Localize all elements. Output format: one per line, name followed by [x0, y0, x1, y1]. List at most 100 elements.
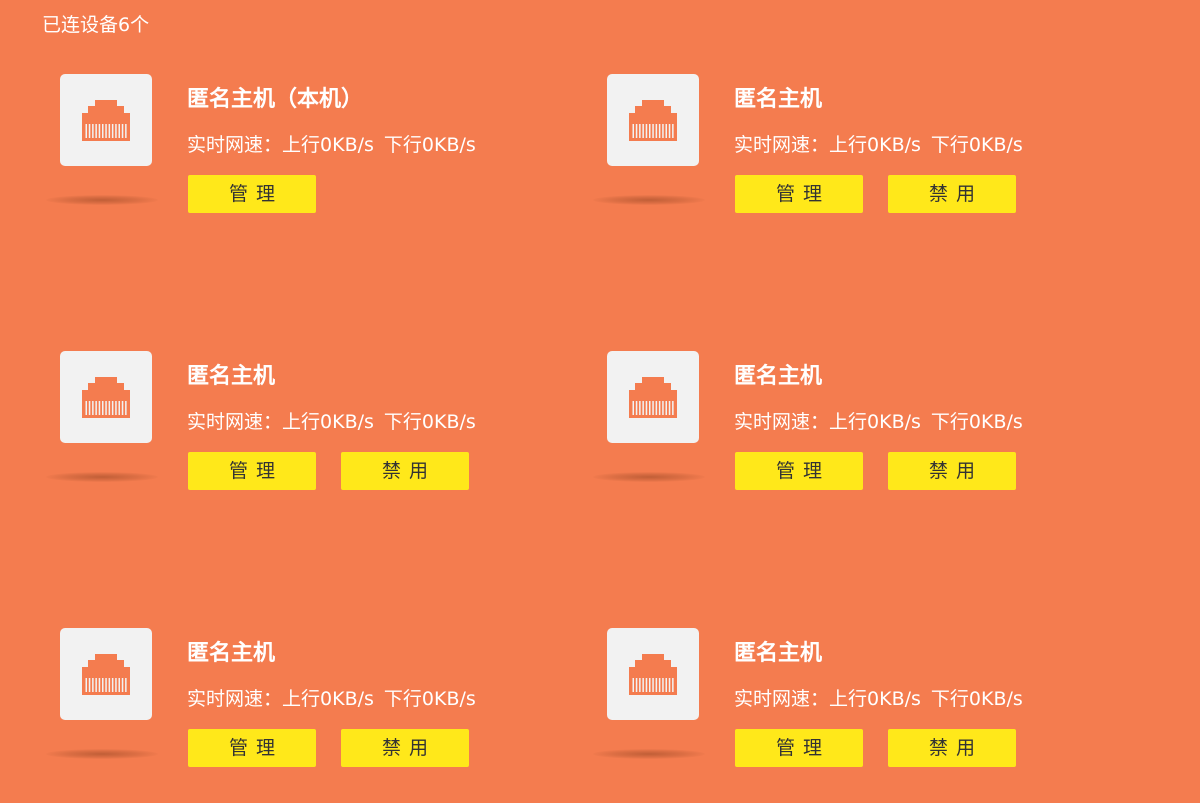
device-speed: 实时网速：上行0KB/s 下行0KB/s: [187, 130, 476, 157]
upload-speed: 上行0KB/s: [829, 688, 921, 710]
device-icon-box: [607, 74, 699, 166]
ethernet-port-icon: [82, 100, 130, 141]
device-icon-box: [60, 74, 152, 166]
port-pin: [108, 678, 111, 692]
disable-button[interactable]: 禁用: [888, 729, 1016, 767]
port-pin: [115, 678, 117, 692]
port-pin: [118, 401, 120, 415]
port-pin: [108, 124, 111, 138]
speed-label: 实时网速：: [187, 688, 283, 710]
manage-button[interactable]: 管理: [188, 175, 316, 213]
port-pin: [92, 678, 94, 692]
device-speed: 实时网速：上行0KB/s 下行0KB/s: [734, 407, 1023, 434]
download-speed: 下行0KB/s: [383, 411, 476, 433]
port-pin: [125, 401, 127, 415]
port-pin: [88, 124, 91, 138]
port-pin: [639, 401, 641, 415]
port-pin: [668, 678, 671, 692]
device-name: 匿名主机（本机）: [187, 87, 364, 112]
port-pin: [649, 678, 651, 692]
port-pin: [652, 401, 654, 415]
device-card: 匿名主机 实时网速：上行0KB/s 下行0KB/s 管理 禁用: [547, 277, 1087, 490]
port-pin: [668, 124, 671, 138]
download-speed: 下行0KB/s: [930, 134, 1023, 156]
device-speed: 实时网速：上行0KB/s 下行0KB/s: [187, 684, 476, 711]
ethernet-port-icon: [629, 654, 677, 695]
ethernet-port-icon: [82, 654, 130, 695]
device-speed: 实时网速：上行0KB/s 下行0KB/s: [734, 684, 1023, 711]
disable-button[interactable]: 禁用: [341, 452, 469, 490]
port-pin: [635, 678, 638, 692]
device-icon-box: [607, 351, 699, 443]
port-pin: [642, 124, 644, 138]
manage-button[interactable]: 管理: [735, 175, 863, 213]
device-shadow: [46, 749, 158, 759]
port-pin: [85, 124, 87, 138]
disable-button[interactable]: 禁用: [888, 175, 1016, 213]
device-shadow: [46, 472, 158, 482]
device-card: 匿名主机 实时网速：上行0KB/s 下行0KB/s 管理 禁用: [547, 554, 1087, 767]
port-pin: [642, 401, 644, 415]
device-speed: 实时网速：上行0KB/s 下行0KB/s: [187, 407, 476, 434]
port-pin: [672, 678, 674, 692]
device-list-page: 已连设备6个 匿名主机（本机） 实时网速：上行0KB/s 下行0KB/s 管理 匿…: [0, 0, 1200, 803]
manage-button[interactable]: 管理: [188, 452, 316, 490]
port-pin: [105, 401, 107, 415]
manage-button[interactable]: 管理: [188, 729, 316, 767]
port-pin: [672, 401, 674, 415]
port-pin: [111, 401, 114, 415]
port-pin: [658, 124, 661, 138]
port-pin: [635, 124, 638, 138]
speed-label: 实时网速：: [187, 134, 283, 156]
device-icon-box: [60, 351, 152, 443]
device-card: 匿名主机 实时网速：上行0KB/s 下行0KB/s 管理 禁用: [0, 554, 540, 767]
port-pin: [665, 678, 667, 692]
upload-speed: 上行0KB/s: [829, 134, 921, 156]
speed-label: 实时网速：: [734, 411, 830, 433]
port-pin: [88, 678, 91, 692]
device-name: 匿名主机: [187, 364, 276, 389]
port-pin: [95, 401, 97, 415]
disable-button[interactable]: 禁用: [888, 452, 1016, 490]
device-name: 匿名主机: [734, 641, 823, 666]
port-pin: [111, 124, 114, 138]
port-pin: [645, 678, 648, 692]
port-pin: [632, 124, 634, 138]
port-pin: [662, 678, 664, 692]
manage-button[interactable]: 管理: [735, 452, 863, 490]
port-pin: [665, 124, 667, 138]
port-pin: [115, 124, 117, 138]
port-pin: [645, 124, 648, 138]
device-shadow: [593, 749, 705, 759]
port-pin: [85, 401, 87, 415]
port-pin: [88, 401, 91, 415]
port-pin: [645, 401, 648, 415]
manage-button[interactable]: 管理: [735, 729, 863, 767]
port-pin: [652, 678, 654, 692]
speed-label: 实时网速：: [734, 688, 830, 710]
port-pin: [108, 401, 111, 415]
device-shadow: [46, 195, 158, 205]
port-pin: [105, 678, 107, 692]
speed-label: 实时网速：: [187, 411, 283, 433]
upload-speed: 上行0KB/s: [829, 411, 921, 433]
port-pin: [95, 678, 97, 692]
device-icon-box: [60, 628, 152, 720]
port-pin: [105, 124, 107, 138]
port-pin: [655, 124, 658, 138]
speed-label: 实时网速：: [734, 134, 830, 156]
port-pin: [125, 124, 127, 138]
device-card: 匿名主机 实时网速：上行0KB/s 下行0KB/s 管理 禁用: [0, 277, 540, 490]
device-name: 匿名主机: [734, 364, 823, 389]
port-pin: [662, 401, 664, 415]
device-shadow: [593, 472, 705, 482]
port-pin: [632, 678, 634, 692]
disable-button[interactable]: 禁用: [341, 729, 469, 767]
port-pin: [652, 124, 654, 138]
port-pin: [658, 401, 661, 415]
port-pin: [125, 678, 127, 692]
port-pin: [98, 401, 101, 415]
device-shadow: [593, 195, 705, 205]
ethernet-port-icon: [629, 100, 677, 141]
device-icon-box: [607, 628, 699, 720]
